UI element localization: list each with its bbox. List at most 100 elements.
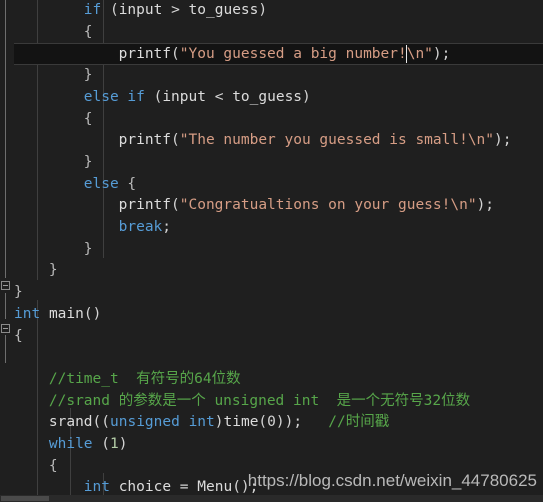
code-line[interactable]: }: [0, 65, 543, 87]
code-token-pun: ): [214, 414, 224, 431]
code-token-brc: {: [83, 110, 93, 127]
code-line-text: break;: [0, 217, 171, 239]
code-token-fn: printf: [118, 132, 172, 149]
code-token-pun: ): [258, 2, 268, 18]
code-line-text: if (input > to_guess): [0, 0, 267, 22]
code-line[interactable]: printf("You guessed a big number!\n");: [8, 43, 543, 66]
code-token-pun: (0));: [258, 414, 329, 431]
code-token-pun: (): [83, 305, 102, 322]
text-caret: [406, 45, 408, 64]
code-token-fn: srand: [48, 414, 93, 431]
code-token-pun: (: [171, 197, 180, 214]
code-line[interactable]: break;: [0, 217, 543, 239]
code-line[interactable]: srand((unsigned int)time(0)); //时间戳: [0, 412, 543, 434]
code-token-fn: Menu: [197, 479, 233, 496]
code-token-pun: );: [476, 197, 495, 214]
code-token-pun: ;: [162, 219, 172, 235]
code-token-pun: <: [205, 88, 233, 105]
code-token-kw: break: [118, 219, 163, 235]
code-line[interactable]: int main(): [0, 304, 543, 326]
code-token-brc: {: [83, 23, 93, 40]
code-token-kw: int: [14, 305, 41, 322]
code-line-text: else if (input < to_guess): [0, 87, 311, 109]
code-line[interactable]: {: [0, 22, 543, 44]
code-line[interactable]: }: [0, 260, 543, 282]
code-token-fn: time: [223, 414, 259, 431]
code-line-text: //time_t 有符号的64位数: [0, 369, 241, 391]
code-token-pun: (: [144, 88, 163, 105]
code-token-str: "You guessed a big number!\n": [179, 46, 433, 63]
code-line[interactable]: while (1): [0, 434, 543, 456]
code-line[interactable]: [0, 347, 543, 369]
horizontal-scrollbar-thumb[interactable]: [1, 496, 49, 501]
code-line[interactable]: //time_t 有符号的64位数: [0, 369, 543, 391]
code-token-brc: }: [83, 67, 93, 84]
code-token-kw: unsigned int: [110, 414, 215, 431]
code-line[interactable]: else if (input < to_guess): [0, 87, 543, 109]
code-token-id: choice: [118, 479, 172, 496]
code-token-kw: int: [83, 479, 110, 496]
code-token-brc: }: [48, 262, 58, 279]
code-line-text: //srand 的参数是一个 unsigned int 是一个无符号32位数: [0, 391, 470, 413]
code-token-num: 1: [110, 436, 119, 452]
editor-gutter[interactable]: [0, 0, 14, 502]
code-line-text: while (1): [0, 434, 128, 456]
code-token-fn: printf: [118, 197, 172, 214]
code-token-kw: else: [83, 175, 119, 192]
fold-toggle-comment-block[interactable]: [1, 324, 10, 333]
code-token-brc: {: [48, 457, 58, 474]
code-token-pun: (: [92, 436, 110, 452]
code-token-brc: {: [127, 175, 137, 192]
code-token-fn: printf: [118, 46, 172, 63]
code-token-id: to_guess: [188, 2, 259, 18]
code-token-pun: [110, 479, 119, 495]
code-token-str: "The number you guessed is small!\n": [179, 132, 495, 149]
code-token-cmt: //time_t 有符号的64位数: [48, 370, 241, 387]
code-line-text: else {: [0, 174, 136, 196]
code-line[interactable]: }: [0, 282, 543, 304]
code-token-id: to_guess: [232, 88, 303, 105]
code-token-kw: while: [48, 436, 93, 452]
code-line[interactable]: }: [0, 239, 543, 261]
code-token-pun: [40, 306, 49, 322]
code-token-brc: {: [14, 327, 23, 344]
code-line[interactable]: else {: [0, 174, 543, 196]
code-token-pun: (: [171, 132, 180, 149]
code-line-text: printf("Congratualtions on your guess!\n…: [0, 195, 494, 217]
code-token-pun: >: [162, 2, 189, 18]
code-token-id: input: [118, 2, 163, 18]
code-line-text: printf("The number you guessed is small!…: [0, 130, 512, 152]
code-token-pun: ): [302, 88, 311, 105]
gutter-scope-bar: [5, 335, 6, 363]
code-token-pun: =: [171, 479, 198, 496]
horizontal-scrollbar[interactable]: [0, 495, 543, 502]
code-token-str: "Congratualtions on your guess!\n": [179, 197, 477, 214]
code-line[interactable]: //srand 的参数是一个 unsigned int 是一个无符号32位数: [0, 391, 543, 413]
code-token-brc: }: [83, 153, 93, 170]
gutter-scope-bar: [5, 293, 6, 319]
code-line-text: printf("You guessed a big number!\n");: [0, 44, 451, 66]
code-line[interactable]: }: [0, 152, 543, 174]
code-line[interactable]: if (input > to_guess): [0, 0, 543, 22]
code-token-cmt: //时间戳: [328, 414, 390, 431]
code-token-pun: );: [432, 46, 451, 63]
watermark-url: https://blog.csdn.net/weixin_44780625: [247, 471, 537, 490]
code-token-kw: if: [83, 2, 102, 18]
code-lines-container[interactable]: if (input > to_guess){printf("You guesse…: [0, 0, 543, 502]
code-token-id: input: [162, 88, 206, 105]
code-editor-surface[interactable]: if (input > to_guess){printf("You guesse…: [0, 0, 543, 502]
code-token-pun: (: [101, 2, 119, 18]
code-token-pun: ((: [92, 414, 110, 431]
code-token-kw: else if: [83, 88, 145, 105]
code-token-brc: }: [14, 284, 23, 301]
code-line[interactable]: {: [0, 109, 543, 131]
code-line[interactable]: printf("Congratualtions on your guess!\n…: [0, 195, 543, 217]
code-line[interactable]: printf("The number you guessed is small!…: [0, 130, 543, 152]
code-line[interactable]: {: [0, 326, 543, 348]
code-line-text: srand((unsigned int)time(0)); //时间戳: [0, 412, 389, 434]
code-token-pun: ): [118, 436, 128, 452]
code-token-pun: (: [171, 46, 180, 63]
gutter-scope-bar: [5, 0, 6, 278]
code-token-fn: main: [48, 305, 84, 322]
fold-toggle-int-main[interactable]: [1, 281, 10, 290]
